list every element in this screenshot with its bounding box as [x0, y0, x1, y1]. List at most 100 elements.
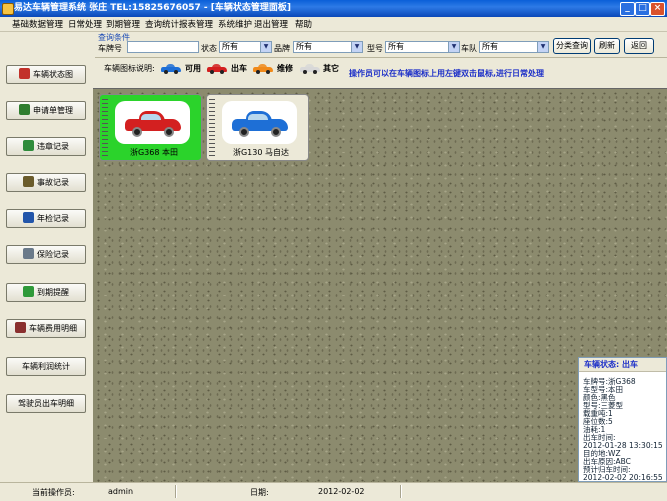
vehicle-card[interactable]: 浙G368 本田 — [99, 94, 202, 161]
menu-exit[interactable]: 退出管理 — [254, 18, 288, 30]
sidebar-item-expenses[interactable]: 车辆费用明细 — [6, 319, 86, 338]
sidebar-item-insurance[interactable]: 保险记录 — [6, 245, 86, 264]
sidebar-item-applications[interactable]: 申请单管理 — [6, 101, 86, 120]
person-icon — [19, 104, 30, 115]
vehicle-image — [222, 101, 297, 144]
sidebar-item-label: 保险记录 — [37, 250, 69, 259]
spiral-binding — [102, 99, 108, 157]
legend-label: 车辆图标说明: — [104, 64, 155, 73]
team-select-value: 所有 — [482, 42, 498, 51]
legend-repair: 维修 — [277, 64, 293, 73]
sidebar-item-label: 到期提醒 — [37, 288, 69, 297]
info-line: 2012-02-02 20:16:55 — [583, 473, 663, 482]
menu-help[interactable]: 帮助 — [295, 18, 312, 30]
hand-icon — [23, 248, 34, 259]
sidebar-item-violations[interactable]: 违章记录 — [6, 137, 86, 156]
sidebar-item-label: 年检记录 — [37, 214, 69, 223]
menu-expiry[interactable]: 到期管理 — [106, 18, 140, 30]
operator-value: admin — [108, 487, 134, 496]
category-query-button[interactable]: 分类查询 — [553, 38, 591, 54]
sidebar-item-label: 车辆状态图 — [33, 70, 73, 79]
status-bar: 当前操作员: admin 日期: 2012-02-02 — [0, 482, 667, 501]
sidebar: 车辆状态图 申请单管理 违章记录 事故记录 年检记录 保险记录 到期提醒 车辆费… — [0, 57, 90, 482]
query-panel: 查询条件 车牌号 状态 所有 ▼ 品牌 所有 ▼ 型号 所有 ▼ 车队 所有 ▼ 分类查… — [95, 32, 667, 84]
crash-icon — [23, 176, 34, 187]
car-icon — [253, 64, 273, 74]
refresh-button[interactable]: 刷新 — [594, 38, 620, 54]
chevron-down-icon: ▼ — [351, 42, 362, 52]
car-icon — [300, 64, 320, 74]
menu-daily[interactable]: 日常处理 — [68, 18, 102, 30]
model-select[interactable]: 所有 ▼ — [385, 41, 460, 53]
vehicle-info-popup: 车辆状态: 出车 车牌号:浙G368 车型号:本田 颜色:黑色 型号:三菱型 载重吨:1… — [578, 357, 667, 482]
brand-select-value: 所有 — [296, 42, 312, 51]
window-title: 易达车辆管理系统 张庄 TEL:15825676057 - [车辆状态管理面板] — [14, 3, 292, 13]
sidebar-item-label: 申请单管理 — [33, 106, 73, 115]
status-label: 状态 — [201, 44, 217, 53]
vehicle-card[interactable]: 浙G130 马自达 — [206, 94, 309, 161]
plate-input[interactable] — [127, 41, 199, 53]
app-icon — [2, 3, 14, 15]
vehicle-plate: 浙G368 — [129, 148, 160, 157]
document-icon — [23, 140, 34, 151]
minimize-button[interactable]: _ — [620, 2, 635, 16]
close-button[interactable]: × — [650, 2, 665, 16]
model-select-value: 所有 — [388, 42, 404, 51]
legend-other: 其它 — [323, 64, 339, 73]
sidebar-item-label: 事故记录 — [37, 178, 69, 187]
divider — [95, 57, 667, 58]
vehicle-name: 马自达 — [265, 148, 289, 157]
date-label: 日期: — [250, 488, 269, 497]
sidebar-item-profit[interactable]: 车辆利润统计 — [6, 357, 86, 376]
status-select[interactable]: 所有 ▼ — [219, 41, 272, 53]
model-label: 型号 — [367, 44, 383, 53]
chevron-down-icon: ▼ — [260, 42, 271, 52]
legend-available: 可用 — [185, 64, 201, 73]
ledger-icon — [15, 322, 26, 333]
menu-basic-data[interactable]: 基础数据管理 — [12, 18, 63, 30]
car-icon — [232, 109, 288, 137]
sidebar-item-reminders[interactable]: 到期提醒 — [6, 283, 86, 302]
sidebar-item-accidents[interactable]: 事故记录 — [6, 173, 86, 192]
car-icon — [207, 64, 227, 74]
vehicle-caption: 浙G368 本田 — [110, 147, 198, 158]
sidebar-item-label: 违章记录 — [37, 142, 69, 151]
vehicle-name: 本田 — [162, 148, 178, 157]
sidebar-item-label: 车辆费用明细 — [29, 324, 77, 333]
car-icon — [161, 64, 181, 74]
spiral-binding — [209, 99, 215, 157]
vehicle-caption: 浙G130 马自达 — [217, 147, 305, 158]
query-legend: 查询条件 — [98, 33, 130, 42]
title-bar: 易达车辆管理系统 张庄 TEL:15825676057 - [车辆状态管理面板]… — [0, 0, 667, 17]
operator-label: 当前操作员: — [32, 488, 75, 497]
arrow-icon — [23, 212, 34, 223]
sidebar-item-vehicle-status[interactable]: 车辆状态图 — [6, 65, 86, 84]
date-value: 2012-02-02 — [318, 487, 365, 496]
vehicle-image — [115, 101, 190, 144]
recycle-icon — [23, 286, 34, 297]
vehicle-plate: 浙G130 — [232, 148, 263, 157]
legend-out: 出车 — [231, 64, 247, 73]
sidebar-item-inspections[interactable]: 年检记录 — [6, 209, 86, 228]
status-select-value: 所有 — [222, 42, 238, 51]
operation-note: 操作员可以在车辆图标上用左键双击鼠标,进行日常处理 — [349, 69, 545, 78]
chevron-down-icon: ▼ — [448, 42, 459, 52]
menu-bar: 基础数据管理 日常处理 到期管理 查询统计报表管理 系统维护 退出管理 帮助 — [0, 17, 667, 32]
info-header: 车辆状态: 出车 — [579, 358, 666, 372]
back-button[interactable]: 返回 — [624, 38, 654, 54]
sidebar-item-driver-trips[interactable]: 驾驶员出车明细 — [6, 394, 86, 413]
maximize-button[interactable]: □ — [635, 2, 650, 16]
team-select[interactable]: 所有 ▼ — [479, 41, 549, 53]
car-icon — [19, 68, 30, 79]
sidebar-item-label: 车辆利润统计 — [22, 362, 70, 371]
menu-reports[interactable]: 查询统计报表管理 — [145, 18, 213, 30]
divider — [175, 485, 177, 498]
brand-select[interactable]: 所有 ▼ — [293, 41, 363, 53]
plate-label: 车牌号 — [98, 44, 122, 53]
divider — [400, 485, 402, 498]
car-icon — [125, 109, 181, 137]
sidebar-item-label: 驾驶员出车明细 — [18, 399, 74, 408]
chevron-down-icon: ▼ — [537, 42, 548, 52]
menu-system[interactable]: 系统维护 — [218, 18, 252, 30]
team-label: 车队 — [461, 44, 477, 53]
